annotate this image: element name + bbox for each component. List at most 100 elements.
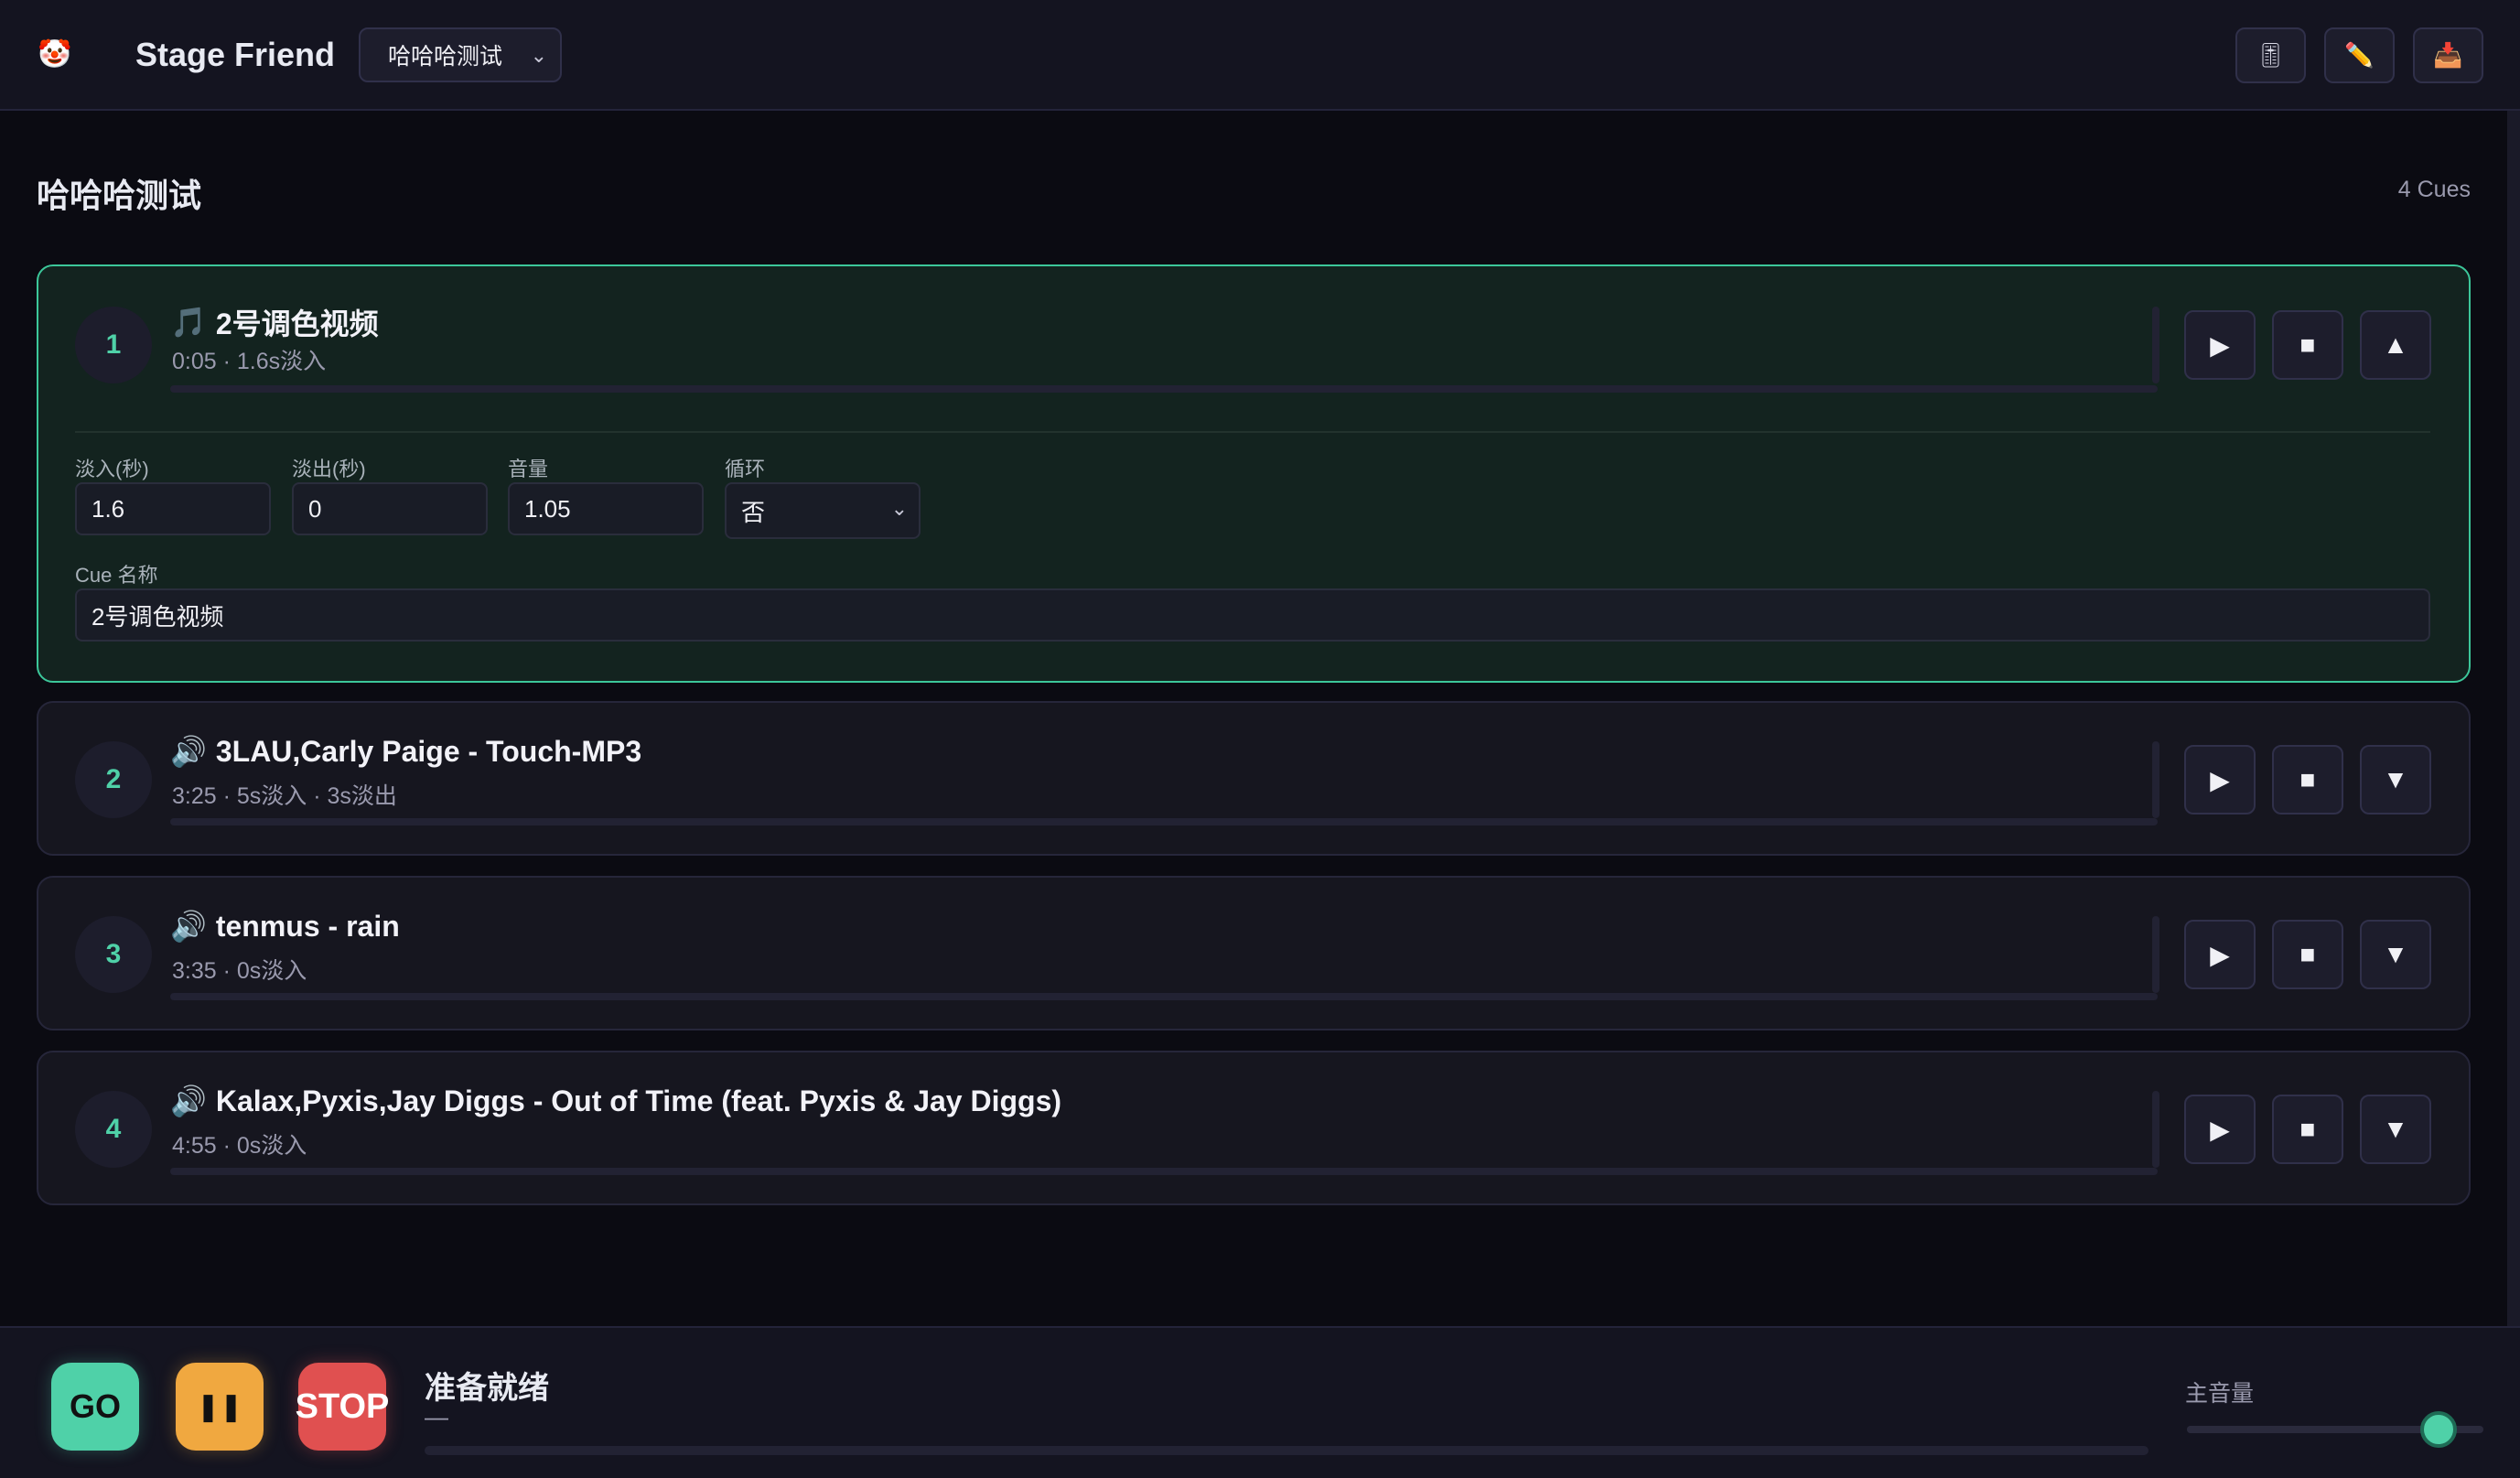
cue-collapse-button[interactable]: ▲ — [2360, 310, 2431, 380]
cue-divider — [2152, 1091, 2159, 1168]
cue-stop-button[interactable]: ■ — [2272, 920, 2343, 989]
master-volume-thumb[interactable] — [2420, 1411, 2458, 1448]
fade-out-value: 0 — [308, 494, 322, 523]
inbox-tray-icon: 📥 — [2433, 41, 2463, 69]
mixer-icon: 🎚 — [2255, 41, 2286, 69]
cue-progress — [170, 818, 2158, 825]
play-icon: ▶ — [2210, 765, 2230, 794]
cue-number: 4 — [75, 1091, 152, 1168]
chevron-down-icon: ⌄ — [530, 43, 548, 67]
cue-item[interactable]: 4 🔊 Kalax,Pyxis,Jay Diggs - Out of Time … — [37, 1051, 2471, 1205]
cue-progress — [170, 385, 2158, 393]
pencil-icon: ✏️ — [2344, 41, 2375, 69]
cue-progress — [170, 993, 2158, 1000]
cue-title-text: 3LAU,Carly Paige - Touch-MP3 — [215, 734, 642, 768]
loop-value: 否 — [741, 498, 766, 526]
play-icon: ▶ — [2210, 330, 2230, 360]
cue-title: 🔊 Kalax,Pyxis,Jay Diggs - Out of Time (f… — [170, 1084, 1061, 1118]
fade-in-value: 1.6 — [92, 494, 125, 523]
chevron-down-icon: ▼ — [2383, 940, 2408, 968]
volume-label: 音量 — [508, 458, 549, 480]
stop-icon: ■ — [2299, 330, 2316, 359]
speaker-icon: 🔊 — [170, 735, 207, 768]
cue-stop-button[interactable]: ■ — [2272, 745, 2343, 815]
cue-divider — [2152, 916, 2159, 993]
cue-title-text: 2号调色视频 — [215, 307, 379, 340]
cue-name-value: 2号调色视频 — [92, 602, 224, 631]
cue-title: 🔊 3LAU,Carly Paige - Touch-MP3 — [170, 734, 641, 769]
fade-out-input[interactable]: 0 — [292, 482, 488, 535]
transport-bar: GO ❚❚ STOP 准备就绪 — 主音量 — [0, 1326, 2520, 1478]
cue-count: 4 Cues — [2397, 177, 2471, 202]
volume-value: 1.05 — [524, 494, 571, 523]
cue-number: 3 — [75, 916, 152, 993]
master-volume-slider[interactable] — [2187, 1411, 2483, 1448]
app-title: Stage Friend — [135, 35, 336, 73]
loop-select[interactable]: 否 ⌄ — [725, 482, 921, 539]
loop-label: 循环 — [725, 458, 766, 480]
cue-divider — [2152, 307, 2159, 383]
pause-icon: ❚❚ — [196, 1391, 243, 1422]
cue-progress — [170, 1168, 2158, 1175]
cue-name-input[interactable]: 2号调色视频 — [75, 588, 2430, 642]
chevron-down-icon: ⌄ — [890, 497, 908, 520]
cue-meta: 4:55 · 0s淡入 — [172, 1133, 307, 1159]
speaker-icon: 🔊 — [170, 910, 207, 943]
volume-input[interactable]: 1.05 — [508, 482, 704, 535]
play-icon: ▶ — [2210, 940, 2230, 969]
clown-mascot-icon: 🤡 — [38, 39, 72, 70]
mixer-button[interactable]: 🎚 — [2235, 27, 2306, 83]
cue-meta: 3:25 · 5s淡入 · 3s淡出 — [172, 783, 397, 809]
project-select-value: 哈哈哈测试 — [388, 43, 503, 70]
cue-item[interactable]: 3 🔊 tenmus - rain 3:35 · 0s淡入 ▶ ■ ▼ — [37, 876, 2471, 1030]
status-subtitle: — — [425, 1403, 448, 1430]
top-bar: 🤡 Stage Friend 哈哈哈测试 ⌄ 🎚 ✏️ 📥 — [0, 0, 2520, 111]
cue-play-button[interactable]: ▶ — [2184, 1095, 2256, 1164]
chevron-down-icon: ▼ — [2383, 765, 2408, 793]
cue-play-button[interactable]: ▶ — [2184, 920, 2256, 989]
status-progress — [425, 1446, 2148, 1455]
pause-button[interactable]: ❚❚ — [176, 1363, 264, 1451]
cue-name-label: Cue 名称 — [75, 564, 158, 587]
cue-item[interactable]: 2 🔊 3LAU,Carly Paige - Touch-MP3 3:25 · … — [37, 701, 2471, 856]
cue-divider — [2152, 741, 2159, 818]
chevron-down-icon: ▼ — [2383, 1115, 2408, 1143]
master-volume-label: 主音量 — [2185, 1381, 2255, 1407]
cue-play-button[interactable]: ▶ — [2184, 745, 2256, 815]
cue-stop-button[interactable]: ■ — [2272, 1095, 2343, 1164]
music-note-icon: 🎵 — [170, 306, 207, 339]
stop-button[interactable]: STOP — [296, 1363, 389, 1451]
fade-in-label: 淡入(秒) — [75, 458, 149, 480]
import-button[interactable]: 📥 — [2413, 27, 2483, 83]
scrollbar[interactable] — [2507, 111, 2520, 1326]
cue-number: 2 — [75, 741, 152, 818]
editor-divider — [75, 431, 2430, 433]
cue-expand-button[interactable]: ▼ — [2360, 920, 2431, 989]
speaker-icon: 🔊 — [170, 1084, 207, 1117]
chevron-up-icon: ▲ — [2383, 330, 2408, 359]
play-icon: ▶ — [2210, 1115, 2230, 1144]
page-title: 哈哈哈测试 — [37, 177, 202, 214]
go-button[interactable]: GO — [51, 1363, 139, 1451]
stop-icon: ■ — [2299, 940, 2316, 968]
master-volume-fill — [2187, 1426, 2439, 1433]
cue-expand-button[interactable]: ▼ — [2360, 1095, 2431, 1164]
project-select[interactable]: 哈哈哈测试 ⌄ — [359, 27, 563, 82]
cue-item[interactable]: 1 🎵 2号调色视频 0:05 · 1.6s淡入 ▶ ■ ▲ 淡入(秒) 1.6… — [37, 264, 2471, 683]
app-root: 🤡 Stage Friend 哈哈哈测试 ⌄ 🎚 ✏️ 📥 哈哈哈测试 4 Cu… — [0, 0, 2520, 1478]
cue-play-button[interactable]: ▶ — [2184, 310, 2256, 380]
fade-out-label: 淡出(秒) — [292, 458, 366, 480]
cue-expand-button[interactable]: ▼ — [2360, 745, 2431, 815]
stop-icon: ■ — [2299, 765, 2316, 793]
cue-stop-button[interactable]: ■ — [2272, 310, 2343, 380]
cue-number: 1 — [75, 307, 152, 383]
cue-meta: 3:35 · 0s淡入 — [172, 958, 307, 984]
edit-button[interactable]: ✏️ — [2324, 27, 2395, 83]
stop-icon: ■ — [2299, 1115, 2316, 1143]
cue-title-text: Kalax,Pyxis,Jay Diggs - Out of Time (fea… — [215, 1084, 1062, 1117]
cue-meta: 0:05 · 1.6s淡入 — [172, 349, 327, 374]
status-title: 准备就绪 — [425, 1371, 549, 1406]
fade-in-input[interactable]: 1.6 — [75, 482, 271, 535]
cue-title: 🎵 2号调色视频 — [170, 301, 379, 343]
cue-title-text: tenmus - rain — [215, 909, 400, 943]
